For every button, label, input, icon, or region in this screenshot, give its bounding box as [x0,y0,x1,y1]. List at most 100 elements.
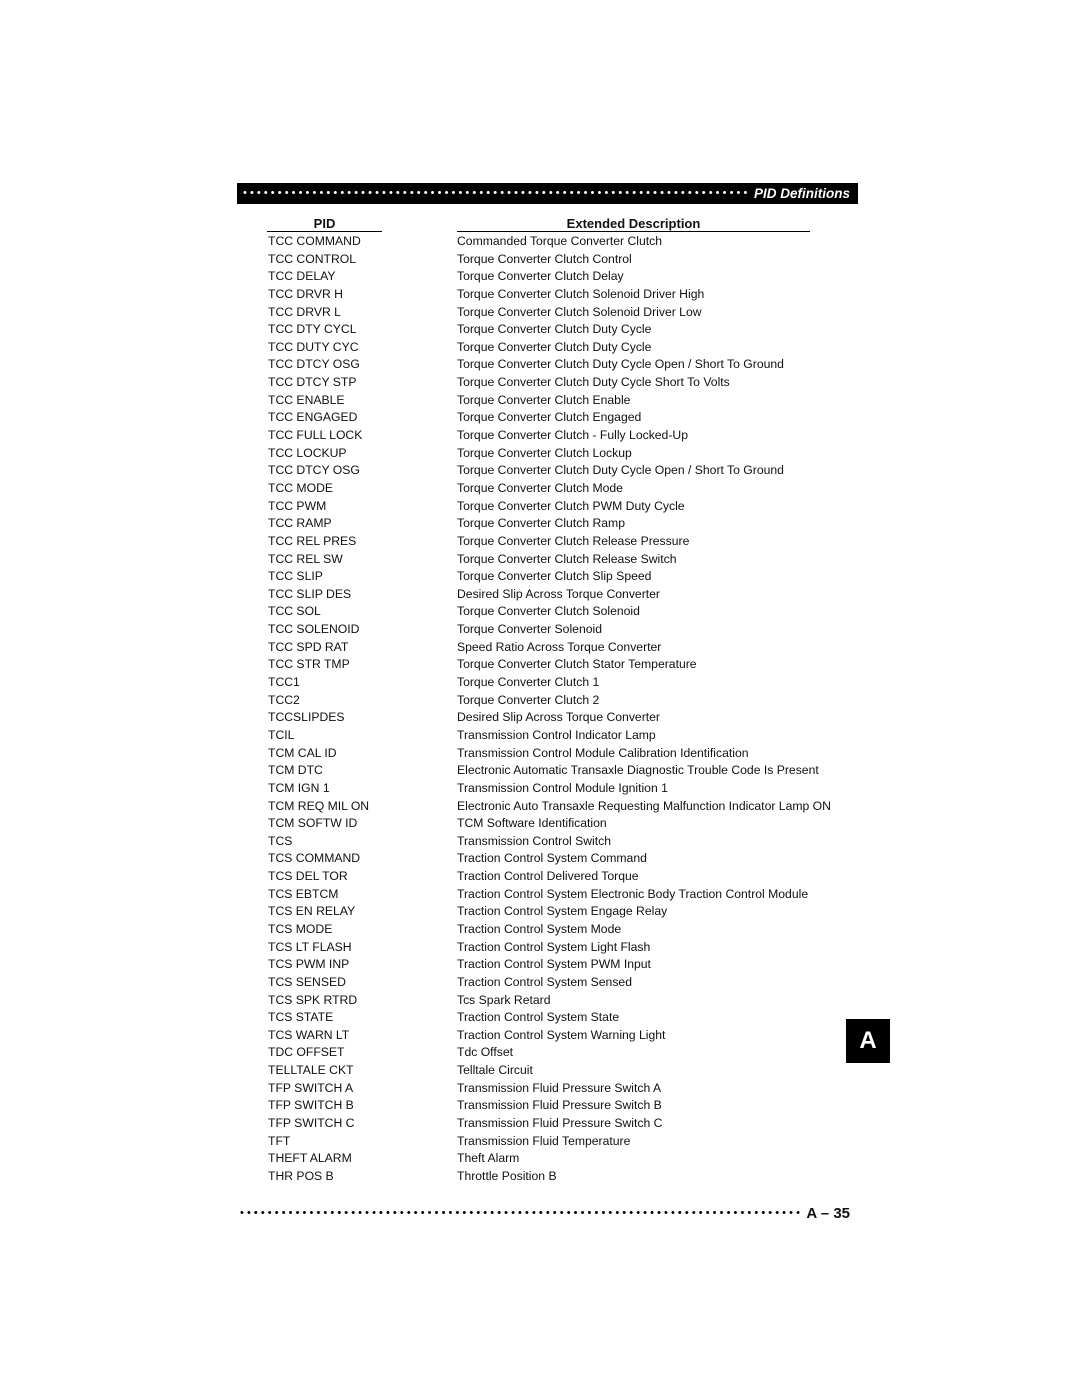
pid-description: Traction Control System Engage Relay [457,904,668,919]
pid-description: Torque Converter Clutch Delay [457,269,624,284]
pid-code: TCS LT FLASH [268,939,352,954]
pid-code: TCC REL PRES [268,533,357,548]
table-row: TCC DRVR H Torque Converter Clutch Soleno… [268,286,831,304]
table-row: TCS PWM INP Traction Control System PWM I… [268,956,831,974]
pid-description: Transmission Control Switch [457,833,611,848]
table-row: TCC FULL LOCK Torque Converter Clutch - F… [268,427,831,445]
table-row: TCC PWM Torque Converter Clutch PWM Duty … [268,498,831,516]
pid-description: Torque Converter Clutch Slip Speed [457,569,652,584]
pid-description: Torque Converter Clutch 1 [457,675,600,690]
pid-code: TCC ENABLE [268,392,345,407]
table-row: TCC RAMP Torque Converter Clutch Ramp [268,515,831,533]
pid-definition-table: TCC COMMAND Commanded Torque Converter Cl… [268,233,831,1186]
section-title: PID Definitions [753,186,850,201]
pid-code: TFT [268,1133,291,1148]
table-row: THEFT ALARM Theft Alarm [268,1150,831,1168]
pid-code: TCIL [268,727,295,742]
table-row: TDC OFFSET Tdc Offset [268,1044,831,1062]
pid-description: Transmission Fluid Temperature [457,1133,631,1148]
table-row: TCC CONTROL Torque Converter Clutch Contr… [268,251,831,269]
pid-description: Transmission Control Indicator Lamp [457,727,656,742]
pid-description: Transmission Control Module Calibration … [457,745,749,760]
pid-description: Torque Converter Clutch PWM Duty Cycle [457,498,685,513]
pid-description: Torque Converter Clutch Solenoid Driver … [457,286,705,301]
pid-description: Electronic Automatic Transaxle Diagnosti… [457,763,819,778]
table-row: TCM DTC Electronic Automatic Transaxle Di… [268,762,831,780]
pid-description: Torque Converter Clutch - Fully Locked-U… [457,428,688,443]
pid-description: Torque Converter Clutch Release Pressure [457,533,690,548]
table-row: TCS EBTCM Traction Control System Electro… [268,886,831,904]
pid-description: Torque Converter Clutch Solenoid Driver … [457,304,702,319]
table-row: TCC ENABLE Torque Converter Clutch Enable [268,392,831,410]
pid-code: TCC COMMAND [268,234,361,248]
pid-code: TCS COMMAND [268,851,361,866]
pid-code: TCM CAL ID [268,745,337,760]
pid-description: Transmission Fluid Pressure Switch C [457,1116,663,1131]
table-row: TCS SPK RTRD Tcs Spark Retard [268,992,831,1010]
table-row: TFP SWITCH A Transmission Fluid Pressure … [268,1080,831,1098]
footer-dot-leader: ••••••••••••••••••••••••••••••••••••••••… [240,1207,801,1219]
pid-description: Torque Converter Clutch Duty Cycle [457,322,652,337]
pid-code: TCC SLIP [268,569,323,584]
pid-description: Traction Control Delivered Torque [457,869,639,884]
pid-description: Torque Converter Solenoid [457,622,602,637]
table-row: TCC COMMAND Commanded Torque Converter Cl… [268,233,831,251]
pid-code: TCC DTCY OSG [268,463,360,478]
table-row: TCIL Transmission Control Indicator Lamp [268,727,831,745]
pid-description: Throttle Position B [457,1168,557,1183]
pid-code: TCC PWM [268,498,327,513]
pid-code: TCC DELAY [268,269,336,284]
table-row: TCC LOCKUP Torque Converter Clutch Lockup [268,445,831,463]
table-row: TCS DEL TOR Traction Control Delivered To… [268,868,831,886]
pid-description: Electronic Auto Transaxle Requesting Mal… [457,798,831,813]
pid-code: TCC SPD RAT [268,639,349,654]
pid-code: TCC DRVR L [268,304,341,319]
page-number: A – 35 [806,1204,850,1222]
pid-description: Torque Converter Clutch Control [457,251,632,266]
table-row: TCC DTY CYCL Torque Converter Clutch Duty… [268,321,831,339]
pid-code: TCM IGN 1 [268,780,330,795]
pid-description: TCM Software Identification [457,816,607,831]
column-header-description: Extended Description [457,216,810,232]
pid-description: Traction Control System Warning Light [457,1027,666,1042]
pid-description: Transmission Control Module Ignition 1 [457,780,668,795]
pid-description: Tcs Spark Retard [457,992,551,1007]
pid-code: TDC OFFSET [268,1045,345,1060]
pid-code: TCC SLIP DES [268,586,352,601]
pid-code: TELLTALE CKT [268,1063,354,1078]
table-row: TCC SOLENOID Torque Converter Solenoid [268,621,831,639]
pid-code: TCC SOLENOID [268,622,360,637]
table-row: TCS EN RELAY Traction Control System Enga… [268,903,831,921]
pid-code: TCC CONTROL [268,251,357,266]
pid-description: Torque Converter Clutch Engaged [457,410,642,425]
pid-code: TCC DTCY STP [268,375,357,390]
table-row: TCM CAL ID Transmission Control Module Ca… [268,745,831,763]
pid-code: THR POS B [268,1168,334,1183]
pid-description: Telltale Circuit [457,1063,533,1078]
pid-code: TCS EBTCM [268,886,339,901]
table-row: TFT Transmission Fluid Temperature [268,1133,831,1151]
pid-code: TCC SOL [268,604,321,619]
page-footer: ••••••••••••••••••••••••••••••••••••••••… [240,1203,850,1223]
table-row: TCC SLIP Torque Converter Clutch Slip Spe… [268,568,831,586]
pid-code: TCS SPK RTRD [268,992,358,1007]
table-row: TCS Transmission Control Switch [268,833,831,851]
table-row: TFP SWITCH C Transmission Fluid Pressure … [268,1115,831,1133]
table-row: TCC1 Torque Converter Clutch 1 [268,674,831,692]
pid-description: Traction Control System Light Flash [457,939,651,954]
table-row: TCC2 Torque Converter Clutch 2 [268,692,831,710]
pid-code: TCS WARN LT [268,1027,350,1042]
table-row: TCC ENGAGED Torque Converter Clutch Engag… [268,409,831,427]
table-row: TCM SOFTW ID TCM Software Identification [268,815,831,833]
pid-code: TCC2 [268,692,300,707]
pid-code: TFP SWITCH A [268,1080,354,1095]
table-row: TCC MODE Torque Converter Clutch Mode [268,480,831,498]
pid-description: Desired Slip Across Torque Converter [457,586,660,601]
table-row: TCC STR TMP Torque Converter Clutch Stato… [268,656,831,674]
pid-description: Torque Converter Clutch Mode [457,480,623,495]
table-row: TCM IGN 1 Transmission Control Module Ign… [268,780,831,798]
table-row: TCS LT FLASH Traction Control System Ligh… [268,939,831,957]
pid-code: TCC DTY CYCL [268,322,357,337]
section-tab-marker: A [846,1019,890,1063]
pid-description: Torque Converter Clutch Lockup [457,445,632,460]
